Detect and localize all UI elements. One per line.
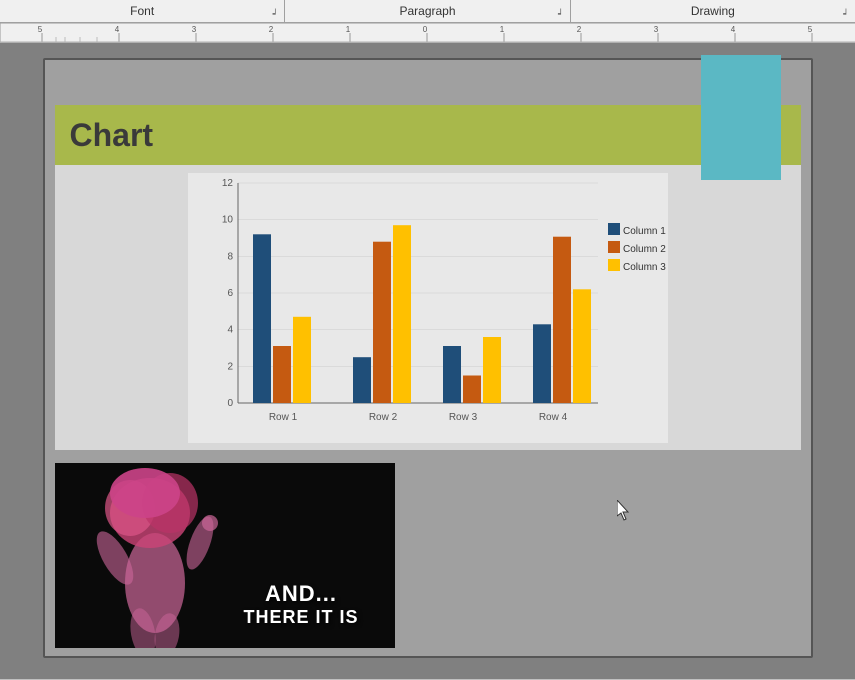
svg-text:Row 3: Row 3 [448, 412, 477, 423]
svg-text:8: 8 [227, 251, 233, 262]
svg-text:Column 3: Column 3 [623, 262, 666, 273]
document-area: Chart [0, 43, 855, 679]
bar [443, 346, 461, 403]
image-text-line2: THERE IT IS [208, 607, 395, 628]
bar [253, 234, 271, 403]
svg-text:Row 4: Row 4 [538, 412, 567, 423]
chart-area: 0 2 4 6 8 10 12 [55, 165, 801, 450]
chart-title: Chart [70, 117, 154, 154]
toolbar-drawing[interactable]: Drawing ┙ [571, 0, 855, 22]
bar [293, 316, 311, 402]
svg-text:0: 0 [227, 398, 233, 409]
svg-text:Row 1: Row 1 [268, 412, 297, 423]
paragraph-label: Paragraph [399, 4, 455, 18]
cyan-shape [701, 55, 781, 170]
toolbar: Font ┙ Paragraph ┙ Drawing ┙ [0, 0, 855, 23]
svg-text:0: 0 [423, 25, 428, 34]
image-text-overlay: AND... THERE IT IS [208, 581, 395, 628]
svg-text:4: 4 [227, 324, 233, 335]
svg-text:Column 1: Column 1 [623, 226, 666, 237]
drawing-label: Drawing [691, 4, 735, 18]
svg-text:2: 2 [577, 25, 582, 34]
svg-text:6: 6 [227, 288, 233, 299]
drawing-expand-icon[interactable]: ┙ [841, 9, 851, 19]
toolbar-paragraph[interactable]: Paragraph ┙ [285, 0, 570, 22]
svg-text:1: 1 [500, 25, 505, 34]
svg-text:2: 2 [227, 361, 233, 372]
font-expand-icon[interactable]: ┙ [270, 9, 280, 19]
svg-text:10: 10 [221, 214, 233, 225]
ruler: 5 4 3 2 1 0 1 2 3 4 5 [0, 23, 855, 43]
bar [463, 375, 481, 403]
svg-text:3: 3 [654, 25, 659, 34]
svg-text:12: 12 [221, 178, 233, 189]
svg-text:5: 5 [38, 25, 43, 34]
bar [553, 236, 571, 402]
page: Chart [43, 58, 813, 658]
bar [483, 337, 501, 403]
svg-text:4: 4 [115, 25, 120, 34]
bar [393, 225, 411, 403]
chart-title-bar: Chart [55, 105, 801, 165]
bar [573, 289, 591, 403]
paragraph-expand-icon[interactable]: ┙ [556, 9, 566, 19]
svg-text:4: 4 [731, 25, 736, 34]
cursor [617, 500, 635, 522]
bar [273, 346, 291, 403]
font-label: Font [130, 4, 154, 18]
svg-text:Row 2: Row 2 [368, 412, 397, 423]
bar [373, 241, 391, 402]
chart-svg: 0 2 4 6 8 10 12 [188, 173, 668, 443]
toolbar-font[interactable]: Font ┙ [0, 0, 285, 22]
image-area: AND... THERE IT IS [55, 463, 395, 648]
bar [533, 324, 551, 403]
svg-text:3: 3 [192, 25, 197, 34]
image-text-line1: AND... [208, 581, 395, 607]
svg-text:2: 2 [269, 25, 274, 34]
svg-text:Column 2: Column 2 [623, 244, 666, 255]
bar [353, 357, 371, 403]
svg-text:1: 1 [346, 25, 351, 34]
svg-text:5: 5 [808, 25, 813, 34]
